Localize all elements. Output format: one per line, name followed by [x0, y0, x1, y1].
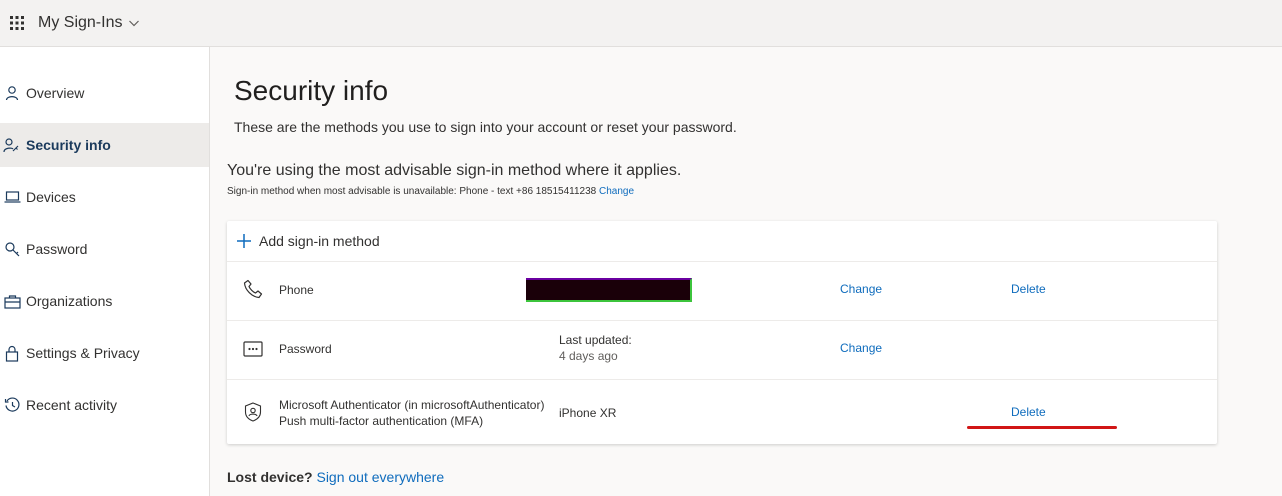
briefcase-icon	[3, 292, 21, 310]
sidebar-item-security-info[interactable]: Security info	[0, 123, 209, 167]
lock-icon	[3, 344, 21, 362]
page-description: These are the methods you use to sign in…	[234, 119, 737, 135]
method-row-phone: Phone Change Delete	[227, 262, 1217, 321]
sidebar: Overview Security info Devices Password …	[0, 47, 210, 496]
sidebar-item-organizations[interactable]: Organizations	[0, 279, 209, 323]
method-name: Phone	[279, 283, 314, 297]
lost-device-question: Lost device?	[227, 469, 313, 485]
app-launcher-waffle-icon[interactable]	[0, 0, 38, 46]
method-row-password: Password Last updated: 4 days ago Change	[227, 321, 1217, 380]
laptop-icon	[3, 188, 21, 206]
phone-icon	[242, 278, 264, 300]
key-icon	[3, 240, 21, 258]
sidebar-item-settings-privacy[interactable]: Settings & Privacy	[0, 331, 209, 375]
phone-delete-link[interactable]: Delete	[1011, 282, 1046, 296]
main-content: Security info These are the methods you …	[210, 47, 1282, 496]
advisable-method-message: You're using the most advisable sign-in …	[227, 162, 682, 179]
sidebar-item-label: Security info	[26, 137, 111, 153]
person-icon	[3, 84, 21, 102]
top-bar: My Sign-Ins	[0, 0, 1282, 47]
authenticator-delete-link[interactable]: Delete	[1011, 405, 1046, 419]
add-sign-in-method-label: Add sign-in method	[259, 233, 380, 249]
method-row-authenticator: Microsoft Authenticator (in microsoftAut…	[227, 380, 1217, 444]
password-change-link[interactable]: Change	[840, 341, 882, 355]
history-icon	[3, 396, 21, 414]
fallback-change-link[interactable]: Change	[599, 186, 634, 197]
red-annotation-underline	[967, 426, 1117, 429]
chevron-down-icon	[128, 17, 140, 29]
sidebar-item-label: Password	[26, 241, 88, 257]
sign-out-everywhere-link[interactable]: Sign out everywhere	[316, 469, 444, 485]
password-dots-icon	[242, 338, 264, 360]
sidebar-item-recent-activity[interactable]: Recent activity	[0, 383, 209, 427]
page-title: Security info	[234, 75, 389, 106]
sidebar-item-label: Devices	[26, 189, 76, 205]
phone-change-link[interactable]: Change	[840, 282, 882, 296]
sidebar-item-label: Organizations	[26, 293, 113, 309]
sidebar-item-overview[interactable]: Overview	[0, 71, 209, 115]
app-title: My Sign-Ins	[38, 14, 123, 31]
sidebar-item-password[interactable]: Password	[0, 227, 209, 271]
lost-device-section: Lost device? Sign out everywhere	[227, 469, 444, 485]
method-name: Microsoft Authenticator (in microsoftAut…	[279, 398, 545, 428]
authenticator-device: iPhone XR	[559, 406, 617, 420]
plus-icon	[235, 232, 253, 250]
add-sign-in-method-button[interactable]: Add sign-in method	[227, 221, 1217, 262]
method-name: Password	[279, 342, 332, 356]
sidebar-item-label: Overview	[26, 85, 85, 101]
password-last-updated: Last updated: 4 days ago	[559, 333, 632, 363]
authenticator-icon	[242, 401, 264, 423]
sidebar-item-label: Settings & Privacy	[26, 345, 140, 361]
redacted-phone-number	[526, 278, 692, 302]
person-key-icon	[3, 136, 21, 154]
sidebar-item-label: Recent activity	[26, 397, 118, 413]
sidebar-item-devices[interactable]: Devices	[0, 175, 209, 219]
fallback-method-text: Sign-in method when most advisable is un…	[227, 186, 635, 197]
app-title-dropdown[interactable]: My Sign-Ins	[38, 14, 140, 32]
security-methods-card: Add sign-in method Phone Change Delete P…	[227, 221, 1217, 444]
